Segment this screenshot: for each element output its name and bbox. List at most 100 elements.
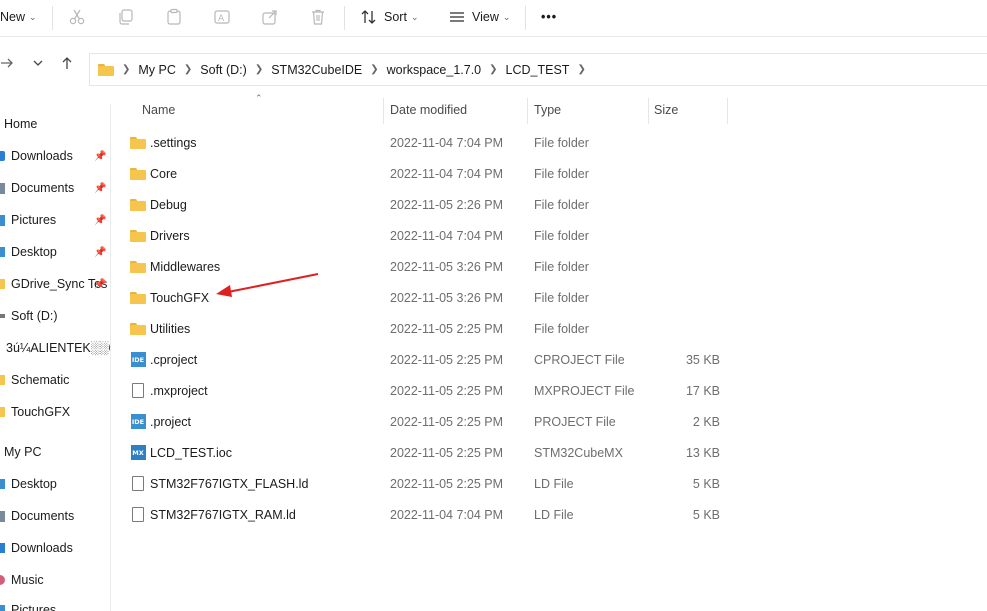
table-row[interactable]: IDE .cproject 2022-11-05 2:25 PM CPROJECT F… [112,344,732,375]
folder-icon [130,198,146,211]
new-button[interactable]: New ⌄ [0,0,37,34]
recent-locations-button[interactable] [27,52,49,74]
sidebar-item-label: Pictures [11,603,57,611]
sort-button[interactable]: Sort ⌄ [360,0,418,34]
picture-icon [0,604,5,611]
sidebar-item-pc-pictures[interactable]: Pictures [0,599,110,611]
file-type: File folder [534,290,589,305]
table-row[interactable]: .mxproject 2022-11-05 2:25 PM MXPROJECT Fi… [112,375,732,406]
table-row[interactable]: Debug 2022-11-05 2:26 PM File folder [112,189,732,220]
paste-button[interactable] [165,0,183,34]
file-name-cell: MX LCD_TEST.ioc [130,437,232,468]
column-header-label: Type [534,103,562,117]
file-name: STM32F767IGTX_RAM.ld [150,507,296,522]
table-row[interactable]: STM32F767IGTX_FLASH.ld 2022-11-05 2:25 PM… [112,468,732,499]
breadcrumb-lcd-test[interactable]: LCD_TEST [506,63,570,77]
file-date: 2022-11-04 7:04 PM [390,507,504,522]
sidebar-item-gdrive-sync[interactable]: GDrive_Sync Tes 📌 [0,273,110,295]
folder-icon [130,167,146,180]
forward-button[interactable] [0,52,18,74]
file-type: CPROJECT File [534,352,625,367]
chevron-down-icon: ⌄ [410,11,419,22]
file-size [652,127,720,158]
file-type: PROJECT File [534,414,616,429]
file-name-cell: .settings [130,127,197,158]
sidebar-item-alientek[interactable]: 3ú¼ALIENTEK░░6 [0,337,110,359]
file-size: 5 KB [692,507,720,522]
file-type: File folder [534,321,589,336]
share-button[interactable] [261,0,279,34]
copy-icon [119,9,133,25]
delete-button[interactable] [309,0,327,34]
copy-button[interactable] [117,0,135,34]
sidebar-item-pc-desktop[interactable]: Desktop [0,473,110,495]
breadcrumb-stm32cubeide[interactable]: STM32CubeIDE [271,63,362,77]
sidebar-item-music[interactable]: Music [0,569,110,591]
file-date: 2022-11-04 7:04 PM [390,228,504,243]
file-size: 5 KB [692,476,720,491]
file-size [652,313,720,344]
table-row[interactable]: IDE .project 2022-11-05 2:25 PM PROJECT Fil… [112,406,732,437]
sidebar-item-label: Downloads [11,541,73,555]
table-row[interactable]: Middlewares 2022-11-05 3:26 PM File folder [112,251,732,282]
breadcrumb-soft-d[interactable]: Soft (D:) [200,63,247,77]
column-divider[interactable] [648,98,649,124]
table-row[interactable]: Drivers 2022-11-04 7:04 PM File folder [112,220,732,251]
column-header-name[interactable]: Name [142,96,175,124]
sidebar-item-downloads[interactable]: Downloads 📌 [0,145,110,167]
sidebar-item-home[interactable]: Home [0,113,110,135]
sidebar-item-label: Pictures [11,213,57,227]
file-size: 13 KB [685,445,720,460]
table-row[interactable]: Core 2022-11-04 7:04 PM File folder [112,158,732,189]
file-type: LD File [534,507,574,522]
column-header-date-modified[interactable]: Date modified [390,96,467,124]
folder-icon [130,229,146,242]
table-row[interactable]: TouchGFX 2022-11-05 3:26 PM File folder [112,282,732,313]
column-header-type[interactable]: Type [534,96,561,124]
file-date: 2022-11-05 2:26 PM [390,197,504,212]
sidebar-item-label: Music [11,573,44,587]
address-bar[interactable]: ❯ My PC ❯ Soft (D:) ❯ STM32CubeIDE ❯ wor… [89,53,987,86]
sidebar-item-my-pc[interactable]: My PC [0,441,110,463]
column-header-size[interactable]: Size [654,96,678,124]
picture-icon [0,214,5,226]
folder-icon [130,136,146,149]
column-divider[interactable] [383,98,384,124]
sidebar-item-documents[interactable]: Documents 📌 [0,177,110,199]
blank-file-icon [130,476,146,491]
file-name: STM32F767IGTX_FLASH.ld [150,476,309,491]
sidebar-item-pc-documents[interactable]: Documents [0,505,110,527]
table-row[interactable]: STM32F767IGTX_RAM.ld 2022-11-04 7:04 PM LD… [112,499,732,530]
chevron-right-icon: ❯ [183,64,193,75]
file-name-cell: Drivers [130,220,190,251]
cut-button[interactable] [68,0,86,34]
column-divider[interactable] [527,98,528,124]
table-row[interactable]: MX LCD_TEST.ioc 2022-11-05 2:25 PM STM32Cub… [112,437,732,468]
file-type: LD File [534,476,574,491]
sidebar-item-desktop[interactable]: Desktop 📌 [0,241,110,263]
breadcrumb-my-pc[interactable]: My PC [138,63,176,77]
file-name-cell: STM32F767IGTX_RAM.ld [130,499,296,530]
file-name: Debug [150,197,187,212]
column-divider[interactable] [727,98,728,124]
sidebar-item-pc-downloads[interactable]: Downloads [0,537,110,559]
file-size: 17 KB [685,383,720,398]
file-type: File folder [534,197,589,212]
view-button[interactable]: View ⌄ [448,0,510,34]
chevron-right-icon: ❯ [577,64,586,75]
table-row[interactable]: Utilities 2022-11-05 2:25 PM File folder [112,313,732,344]
rename-button[interactable]: A [213,0,231,34]
sidebar-item-soft-d[interactable]: Soft (D:) [0,305,110,327]
more-options-button[interactable]: ••• [541,0,557,34]
up-button[interactable] [56,52,78,74]
folder-icon [0,407,5,417]
sidebar-item-schematic[interactable]: Schematic [0,369,110,391]
sidebar-item-label: Schematic [11,373,70,387]
file-date: 2022-11-05 2:25 PM [390,321,504,336]
table-row[interactable]: .settings 2022-11-04 7:04 PM File folder [112,127,732,158]
pin-icon: 📌 [94,150,107,162]
sidebar-item-touchgfx[interactable]: TouchGFX [0,401,110,423]
breadcrumb-workspace[interactable]: workspace_1.7.0 [387,63,482,77]
drive-icon [0,314,5,318]
sidebar-item-pictures[interactable]: Pictures 📌 [0,209,110,231]
